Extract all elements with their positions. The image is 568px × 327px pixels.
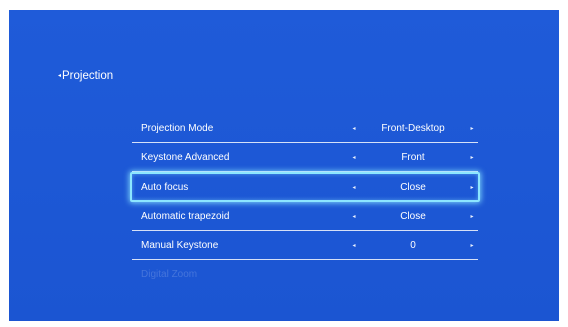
arrow-right-icon[interactable]: ▸ (468, 184, 476, 191)
value-selector: ◂ Front-Desktop ▸ (350, 123, 476, 134)
menu-item-value: 0 (410, 239, 416, 251)
projector-settings-screen: ◂ Projection Projection Mode ◂ Front-Des… (9, 10, 559, 321)
menu-item-label: Keystone Advanced (141, 151, 230, 163)
value-selector: ◂ Close ▸ (350, 182, 476, 193)
menu-item-manual-keystone[interactable]: Manual Keystone ◂ 0 ▸ (132, 231, 478, 260)
menu-item-keystone-advanced[interactable]: Keystone Advanced ◂ Front ▸ (132, 143, 478, 172)
menu-item-value: Front (401, 151, 425, 163)
menu-item-value: Close (400, 181, 426, 193)
arrow-right-icon[interactable]: ▸ (468, 242, 476, 249)
menu-item-value: Close (400, 210, 426, 222)
back-to-projection[interactable]: ◂ Projection (58, 70, 113, 82)
menu-item-label: Auto focus (141, 181, 189, 193)
back-arrow-icon: ◂ (58, 73, 62, 79)
arrow-right-icon[interactable]: ▸ (468, 213, 476, 220)
arrow-left-icon[interactable]: ◂ (350, 213, 358, 220)
menu-item-label: Manual Keystone (141, 239, 219, 251)
menu-item-auto-focus[interactable]: Auto focus ◂ Close ▸ (130, 172, 480, 202)
menu-item-value: Front-Desktop (381, 122, 445, 134)
arrow-left-icon[interactable]: ◂ (350, 125, 358, 132)
arrow-left-icon[interactable]: ◂ (350, 242, 358, 249)
arrow-right-icon[interactable]: ▸ (468, 154, 476, 161)
arrow-left-icon[interactable]: ◂ (350, 184, 358, 191)
value-selector: ◂ 0 ▸ (350, 240, 476, 251)
page-title: Projection (62, 70, 114, 82)
menu-item-label: Automatic trapezoid (141, 210, 230, 222)
menu-item-label: Projection Mode (141, 122, 214, 134)
projection-menu: Projection Mode ◂ Front-Desktop ▸ Keysto… (130, 114, 480, 289)
menu-item-automatic-trapezoid[interactable]: Automatic trapezoid ◂ Close ▸ (132, 202, 478, 231)
menu-item-label: Digital Zoom (141, 269, 198, 280)
menu-item-digital-zoom: Digital Zoom (132, 260, 478, 289)
arrow-left-icon[interactable]: ◂ (350, 154, 358, 161)
value-selector: ◂ Close ▸ (350, 211, 476, 222)
arrow-right-icon[interactable]: ▸ (468, 125, 476, 132)
value-selector: ◂ Front ▸ (350, 152, 476, 163)
menu-item-projection-mode[interactable]: Projection Mode ◂ Front-Desktop ▸ (132, 114, 478, 143)
